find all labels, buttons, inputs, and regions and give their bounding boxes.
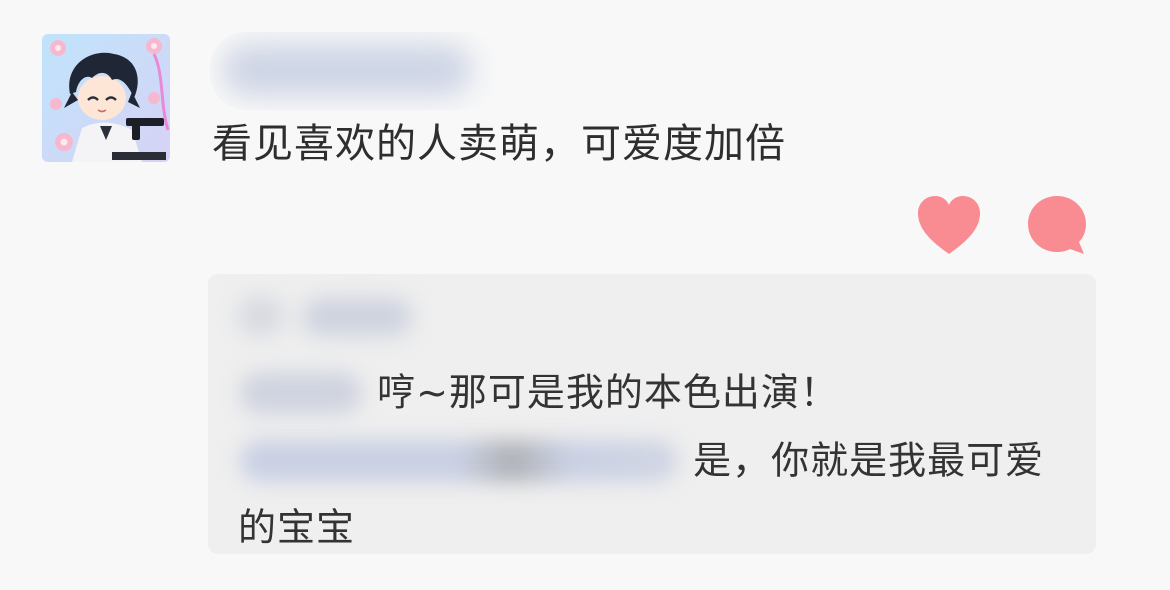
comment-card: 看见喜欢的人卖萌，可爱度加倍 哼~那可是我的本色出演！ 是，你就是我最可爱的宝宝 [0, 0, 1170, 590]
heart-icon [918, 196, 980, 254]
comment-bubble-icon [1028, 196, 1086, 254]
reply-button[interactable] [1024, 194, 1090, 258]
avatar-illustration [42, 34, 170, 162]
reply-author-redacted [238, 370, 364, 416]
username-redacted [210, 32, 500, 110]
user-avatar[interactable] [42, 34, 170, 162]
reply-item[interactable]: 哼~那可是我的本色出演！ [238, 358, 1066, 425]
reply-item[interactable]: 是，你就是我最可爱的宝宝 [238, 426, 1066, 559]
replies-header-redacted [238, 286, 438, 342]
reply-author-redacted [238, 438, 680, 484]
comment-text: 看见喜欢的人卖萌，可爱度加倍 [212, 121, 786, 167]
reply-text: 哼~那可是我的本色出演！ [377, 370, 839, 415]
like-button[interactable] [916, 194, 982, 258]
